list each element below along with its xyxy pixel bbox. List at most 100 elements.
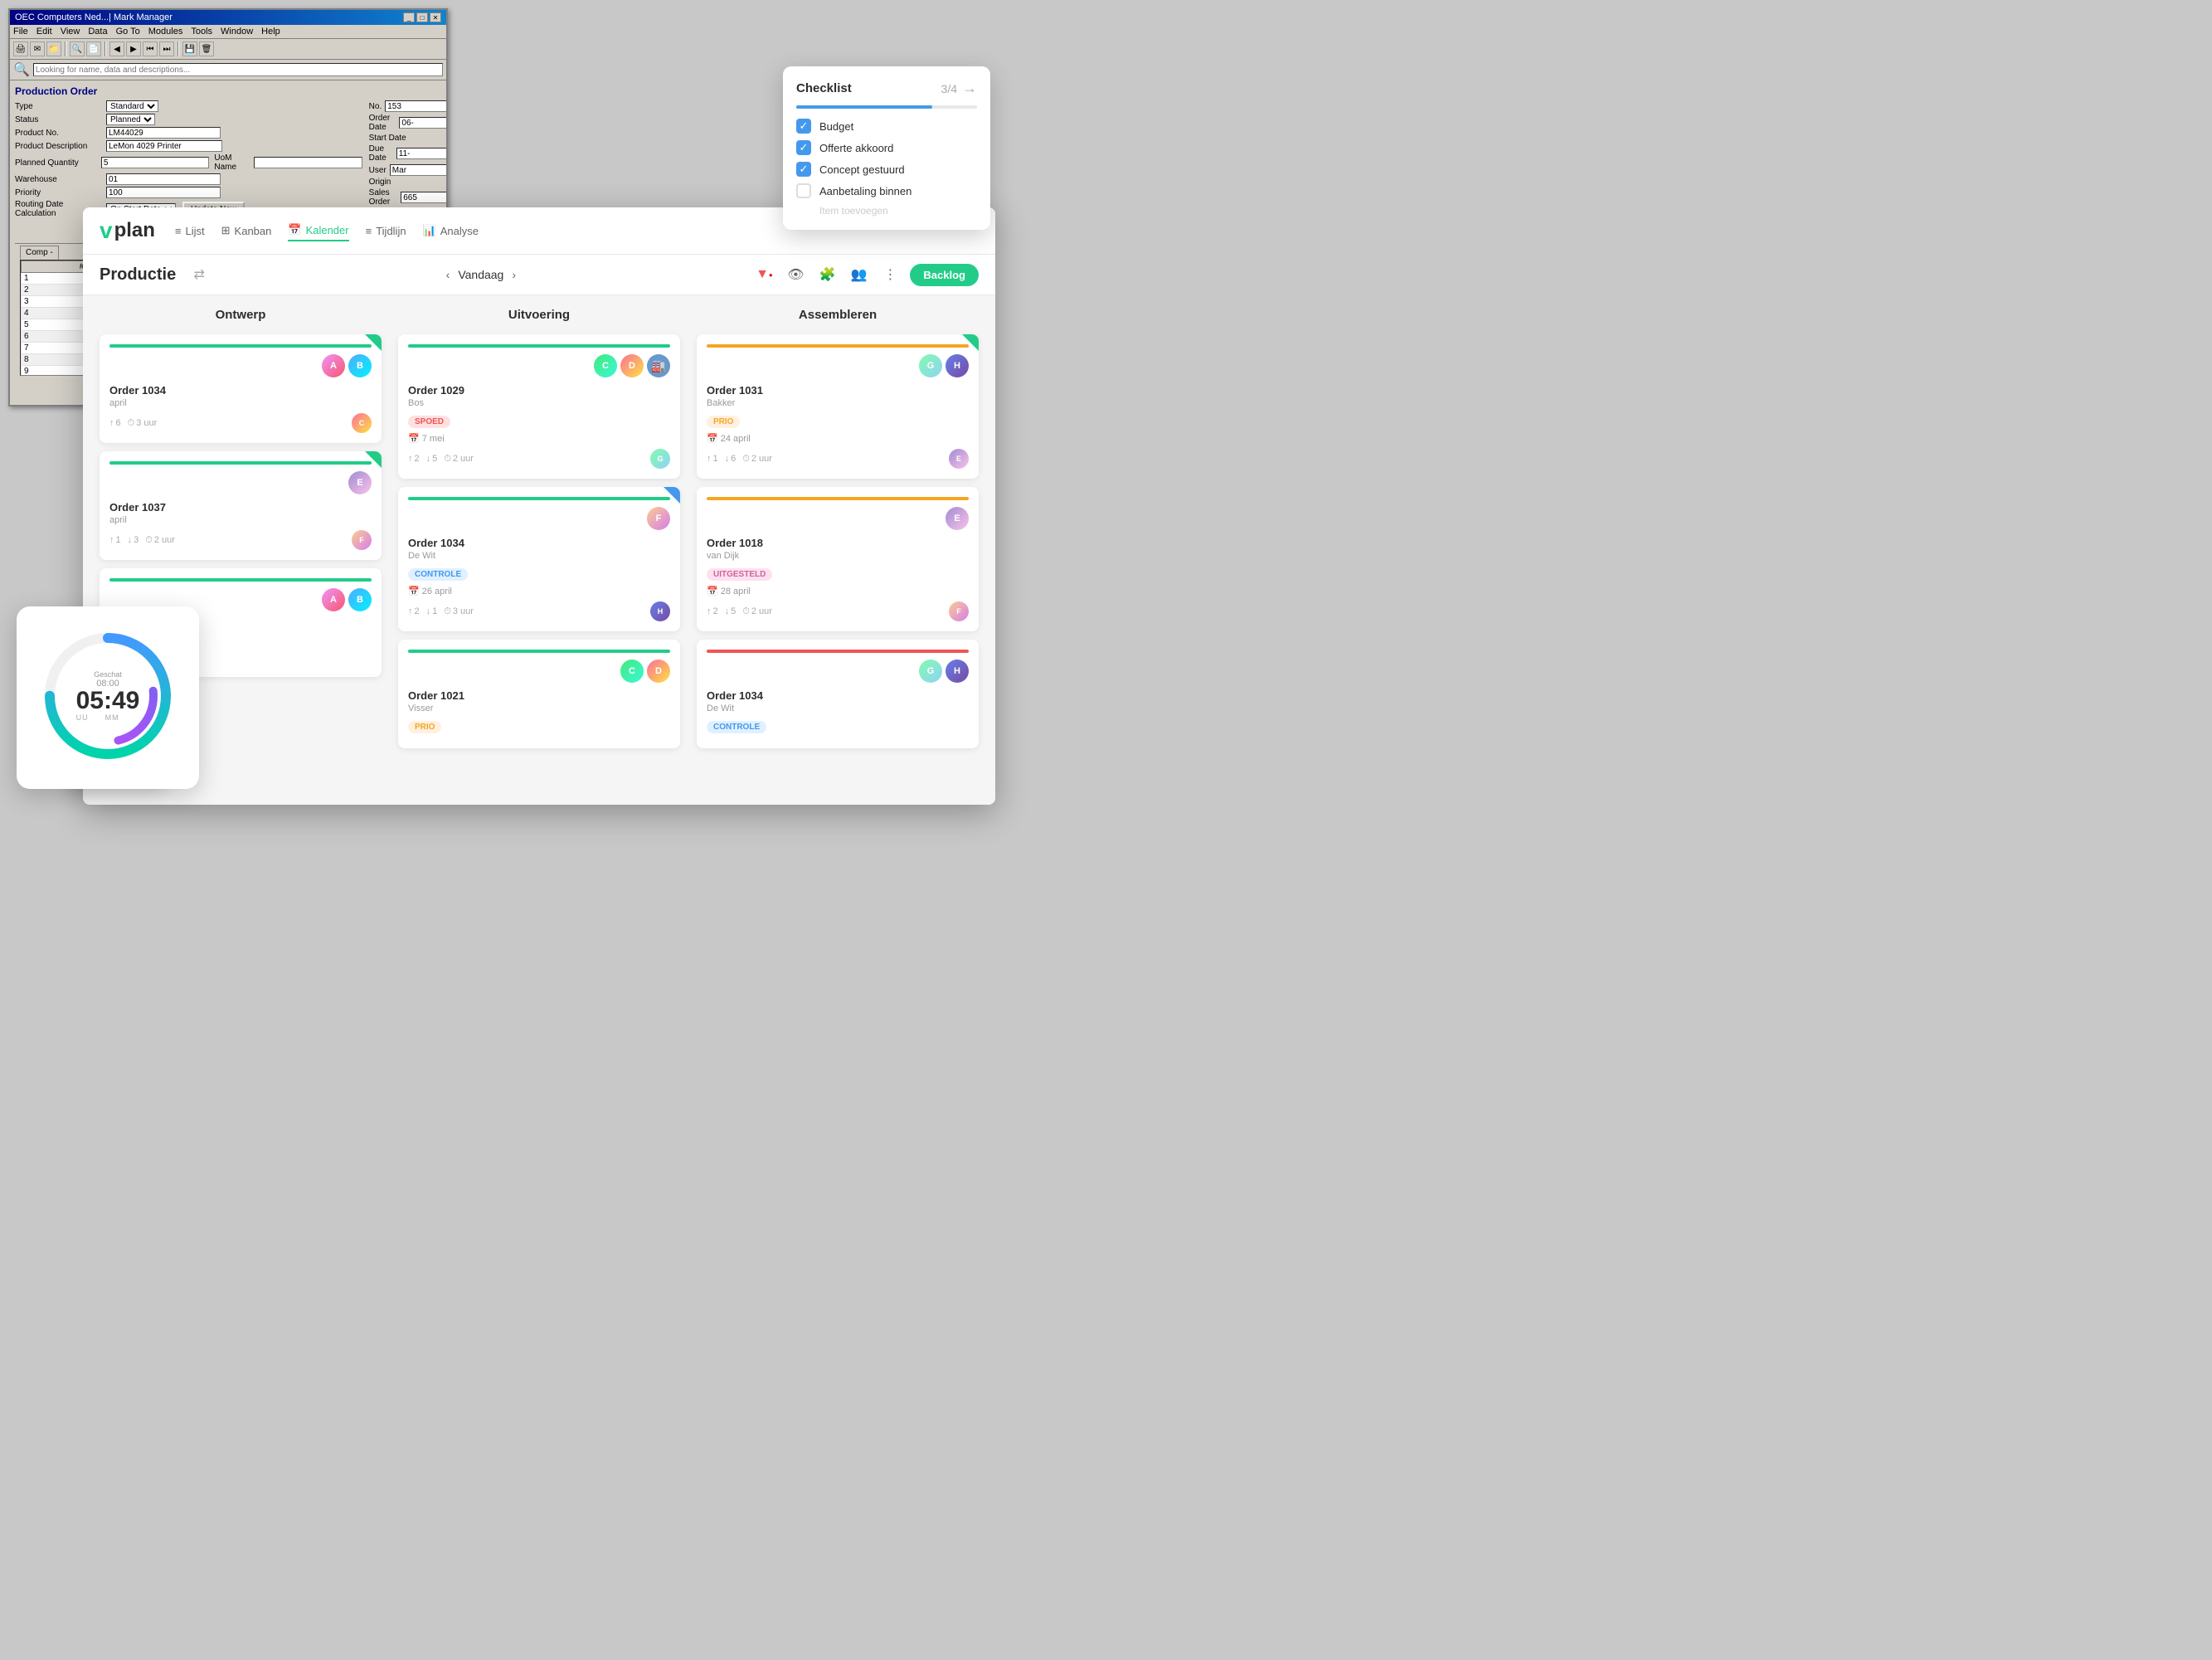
card-avatars: E: [109, 471, 372, 494]
toolbar-delete[interactable]: 🗑: [199, 41, 214, 56]
next-arrow[interactable]: ›: [512, 268, 516, 281]
card-title: Order 1034: [109, 384, 372, 397]
menu-edit[interactable]: Edit: [36, 27, 52, 37]
user-input[interactable]: [390, 164, 446, 176]
toolbar-left[interactable]: ◀: [109, 41, 124, 56]
form-row-type: Type Standard: [15, 100, 362, 112]
minimize-btn[interactable]: _: [403, 12, 415, 22]
shuffle-btn[interactable]: ⇄: [189, 265, 209, 285]
card-bar: [707, 650, 969, 653]
stat-down: ↓3: [128, 535, 139, 545]
toolbar-first[interactable]: ⏮: [143, 41, 158, 56]
eye-btn[interactable]: 👁: [784, 263, 807, 286]
toolbar-last[interactable]: ⏭: [159, 41, 174, 56]
menu-dots-btn[interactable]: ⋮: [878, 263, 902, 286]
order-date-label: Order Date: [369, 114, 396, 132]
toolbar-sep3: [177, 41, 179, 56]
close-btn[interactable]: ✕: [430, 12, 441, 22]
card-order1031-assembleren[interactable]: G H Order 1031 Bakker PRIO 📅 24 april ↑1…: [697, 334, 979, 479]
corner-mark-blue: [664, 487, 680, 504]
toolbar-new[interactable]: 📄: [86, 41, 101, 56]
toolbar-folder[interactable]: 📁: [46, 41, 61, 56]
avatar: B: [348, 588, 372, 611]
product-no-input[interactable]: [106, 127, 221, 139]
card-order1037-ontwerp[interactable]: E Order 1037 april ↑1 ↓3 ⏱2 uur F: [100, 451, 382, 560]
card-order1034-uitvoering[interactable]: F Order 1034 De Wit CONTROLE 📅 26 april …: [398, 487, 680, 631]
menu-window[interactable]: Window: [221, 27, 253, 37]
card-order1018-assembleren[interactable]: E Order 1018 van Dijk UITGESTELD 📅 28 ap…: [697, 487, 979, 631]
add-item-label: Item toevoegen: [819, 205, 888, 217]
card-date: 📅 26 april: [408, 586, 670, 596]
menu-file[interactable]: File: [13, 27, 28, 37]
nav-kanban[interactable]: ⊞ Kanban: [221, 221, 272, 241]
type-select[interactable]: Standard: [106, 100, 158, 112]
status-label: Status: [15, 115, 106, 124]
product-desc-input[interactable]: [106, 140, 222, 152]
warehouse-input[interactable]: [106, 173, 221, 185]
card-order1021-uitvoering[interactable]: C D Order 1021 Visser PRIO: [398, 640, 680, 748]
prev-arrow[interactable]: ‹: [446, 268, 450, 281]
uom-label: UoM Name: [214, 153, 254, 172]
form-row-product-no: Product No.: [15, 127, 362, 139]
origin-label: Origin: [369, 178, 391, 187]
card-avatars: F: [408, 507, 670, 530]
card-sub: Visser: [408, 703, 670, 713]
timer-ring: Geschat 08:00 05:49 UU MM: [41, 630, 174, 762]
due-date-input[interactable]: [396, 148, 446, 159]
filter-btn[interactable]: ▼●: [752, 263, 775, 286]
status-select[interactable]: Planned: [106, 114, 155, 125]
menu-data[interactable]: Data: [88, 27, 107, 37]
toolbar-right[interactable]: ▶: [126, 41, 141, 56]
add-item-area[interactable]: Item toevoegen: [796, 205, 977, 217]
card-sub: De Wit: [707, 703, 969, 713]
puzzle-btn[interactable]: 🧩: [815, 263, 839, 286]
menu-goto[interactable]: Go To: [116, 27, 140, 37]
card-stats: ↑6 ⏱3 uur: [109, 418, 157, 429]
toolbar-mail[interactable]: ✉: [30, 41, 45, 56]
search-input[interactable]: [33, 63, 443, 76]
menu-view[interactable]: View: [61, 27, 80, 37]
analyse-icon: 📊: [423, 224, 436, 237]
no-input[interactable]: [385, 100, 446, 112]
menu-tools[interactable]: Tools: [191, 27, 212, 37]
form-row-priority: Priority: [15, 187, 362, 198]
uom-input[interactable]: [254, 157, 362, 168]
nav-kalender[interactable]: 📅 Kalender: [288, 220, 348, 241]
vplan-nav: ≡ Lijst ⊞ Kanban 📅 Kalender ≡ Tijdlijn 📊…: [175, 220, 479, 241]
checkbox-concept[interactable]: ✓: [796, 162, 811, 177]
sales-order-input[interactable]: [401, 192, 446, 203]
timer-widget: Geschat 08:00 05:49 UU MM: [17, 606, 199, 789]
card-stats: ↑2 ↓5 ⏱2 uur: [408, 454, 474, 465]
tab-comp[interactable]: Comp -: [20, 246, 59, 260]
card-date: 📅 24 april: [707, 433, 969, 444]
card-order1034-ontwerp[interactable]: A B Order 1034 april ↑6 ⏱3 uur C: [100, 334, 382, 443]
checkbox-aanbetaling[interactable]: [796, 183, 811, 198]
card-date: 📅 28 april: [707, 586, 969, 596]
toolbar-save[interactable]: 💾: [182, 41, 197, 56]
backlog-btn[interactable]: Backlog: [910, 264, 979, 286]
card-order1034-assembleren[interactable]: G H Order 1034 De Wit CONTROLE: [697, 640, 979, 748]
col-header-assembleren: Assembleren: [697, 304, 979, 326]
stat-down: ↓1: [426, 606, 438, 616]
nav-lijst[interactable]: ≡ Lijst: [175, 221, 205, 241]
toolbar-print[interactable]: 🖨: [13, 41, 28, 56]
card-stats: ↑1 ↓3 ⏱2 uur: [109, 535, 175, 546]
warehouse-label: Warehouse: [15, 175, 106, 184]
stat-time: ⏱2 uur: [145, 535, 175, 546]
toolbar-search[interactable]: 🔍: [70, 41, 85, 56]
planned-qty-input[interactable]: [101, 157, 210, 168]
menu-help[interactable]: Help: [261, 27, 280, 37]
nav-tijdlijn[interactable]: ≡ Tijdlijn: [366, 221, 406, 241]
order-date-input[interactable]: [399, 117, 446, 129]
checkbox-offerte[interactable]: ✓: [796, 140, 811, 155]
priority-input[interactable]: [106, 187, 221, 198]
badge-prio: PRIO: [707, 416, 740, 428]
checkbox-budget[interactable]: ✓: [796, 119, 811, 134]
maximize-btn[interactable]: □: [416, 12, 428, 22]
next-icon[interactable]: →: [962, 80, 977, 97]
menu-modules[interactable]: Modules: [148, 27, 183, 37]
header-actions: ▼● 👁 🧩 👥 ⋮ Backlog: [752, 263, 979, 286]
nav-analyse[interactable]: 📊 Analyse: [423, 221, 479, 241]
people-btn[interactable]: 👥: [847, 263, 870, 286]
card-order1029-uitvoering[interactable]: C D 🏭 Order 1029 Bos SPOED 📅 7 mei ↑2 ↓5…: [398, 334, 680, 479]
